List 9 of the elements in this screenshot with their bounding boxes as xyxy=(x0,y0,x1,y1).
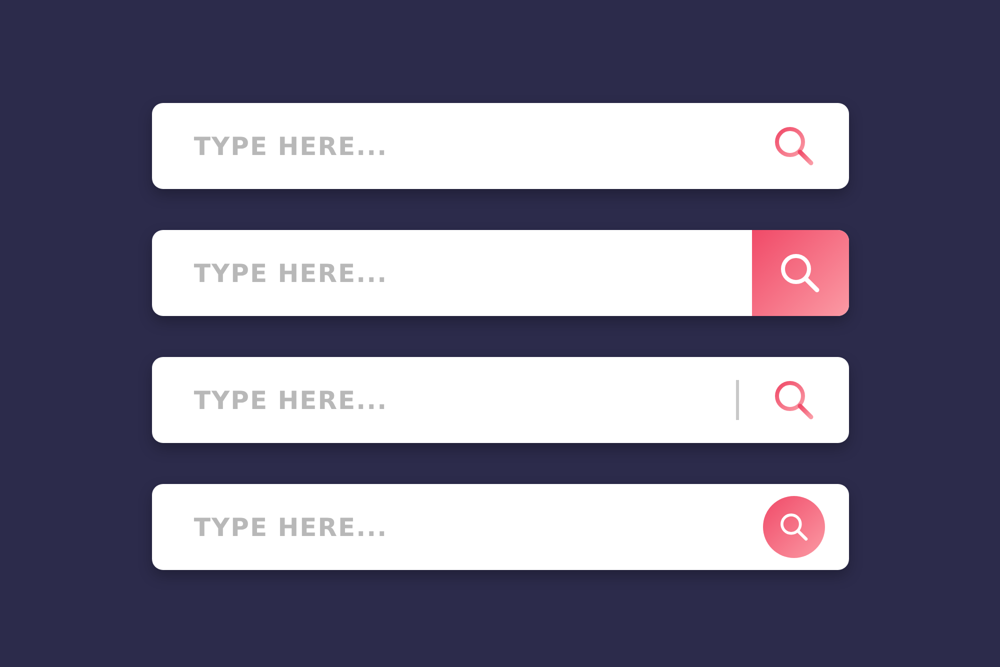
search-input[interactable]: TYPE HERE... xyxy=(152,253,752,293)
search-field[interactable]: TYPE HERE... xyxy=(152,357,848,443)
search-input[interactable]: TYPE HERE... xyxy=(152,126,738,166)
search-field[interactable]: TYPE HERE... xyxy=(152,230,848,316)
search-field[interactable]: TYPE HERE... xyxy=(152,103,848,189)
search-input[interactable]: TYPE HERE... xyxy=(152,507,738,547)
search-input[interactable]: TYPE HERE... xyxy=(152,380,736,420)
search-button[interactable] xyxy=(752,230,848,316)
search-field[interactable]: TYPE HERE... xyxy=(152,484,848,570)
